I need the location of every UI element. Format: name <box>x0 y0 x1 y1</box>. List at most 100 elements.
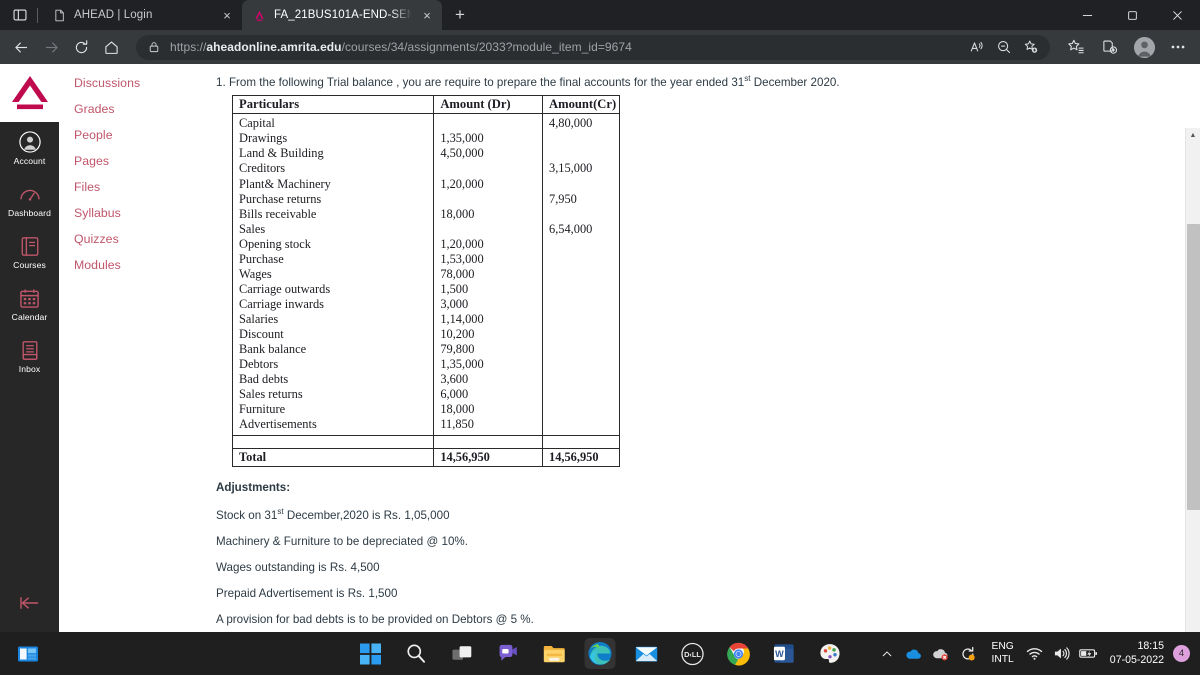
settings-more-icon[interactable] <box>1162 33 1194 61</box>
volume-icon[interactable] <box>1048 632 1075 675</box>
course-nav-item-quizzes[interactable]: Quizzes <box>59 226 205 252</box>
adjustment-item: Wages outstanding is Rs. 4,500 <box>216 561 1185 574</box>
table-row: Bad debts 3,600 <box>231 372 620 388</box>
maximize-icon[interactable] <box>1110 0 1155 30</box>
cell-amount-cr: 4,80,000 <box>542 113 620 132</box>
total-dr: 14,56,950 <box>433 448 543 468</box>
course-nav-item-syllabus[interactable]: Syllabus <box>59 200 205 226</box>
scroll-up-arrow-icon[interactable]: ▲ <box>1186 128 1200 143</box>
sidebar-item-calendar[interactable]: Calendar <box>0 278 59 330</box>
course-nav-item-pages[interactable]: Pages <box>59 148 205 174</box>
favorites-icon[interactable] <box>1060 33 1092 61</box>
battery-icon[interactable] <box>1075 632 1102 675</box>
close-icon[interactable] <box>1155 0 1200 30</box>
amrita-ahead-logo[interactable] <box>0 64 59 122</box>
cell-amount-cr <box>542 296 620 312</box>
question-number: 1. <box>216 75 226 89</box>
file-explorer-icon[interactable] <box>539 638 570 669</box>
tab-title: AHEAD | Login <box>74 9 153 21</box>
refresh-icon[interactable] <box>66 33 96 61</box>
language-indicator[interactable]: ENG INTL <box>991 641 1013 666</box>
sidebar-item-courses[interactable]: Courses <box>0 226 59 278</box>
paint-icon[interactable] <box>815 638 846 669</box>
browser-tab-0[interactable]: AHEAD | Login × <box>42 0 242 30</box>
dell-icon[interactable]: D‹LL <box>677 638 708 669</box>
start-button[interactable] <box>355 638 386 669</box>
search-button[interactable] <box>401 638 432 669</box>
cell-amount-dr: 4,50,000 <box>433 146 543 162</box>
cell-amount-cr <box>542 326 620 343</box>
minimize-icon[interactable] <box>1065 0 1110 30</box>
cell-amount-dr: 1,35,000 <box>433 131 543 147</box>
amrita-favicon <box>252 8 267 23</box>
cell-amount-cr <box>542 357 620 373</box>
task-view-button[interactable] <box>447 638 478 669</box>
browser-tab-1[interactable]: FA_21BUS101A-END-SEM ASSIGNMENT × <box>242 0 442 30</box>
table-row: Advertisements 11,850 <box>231 417 620 436</box>
table-row: Drawings 1,35,000 <box>231 131 620 147</box>
course-nav-item-modules[interactable]: Modules <box>59 252 205 278</box>
adjustment-text: Stock on 31 <box>216 509 278 523</box>
update-pending-icon[interactable] <box>954 632 981 675</box>
word-icon[interactable]: W <box>769 638 800 669</box>
back-arrow-icon[interactable] <box>6 33 36 61</box>
page-viewport: Account Dashboard Courses Calendar Inbox… <box>0 64 1200 632</box>
wifi-icon[interactable] <box>1021 632 1048 675</box>
show-hidden-icons-chevron[interactable] <box>873 632 900 675</box>
table-row: Capital 4,80,000 <box>231 113 620 132</box>
cell-particulars: Plant& Machinery <box>231 176 435 192</box>
cell-amount-dr: 6,000 <box>433 387 543 403</box>
course-nav-item-people[interactable]: People <box>59 122 205 148</box>
cell-amount-dr: 1,14,000 <box>433 311 543 327</box>
read-aloud-icon[interactable] <box>964 35 990 59</box>
svg-text:W: W <box>775 649 784 659</box>
page-scrollbar[interactable]: ▲ ▼ <box>1185 128 1200 632</box>
edge-icon[interactable] <box>584 638 616 669</box>
cell-amount-cr: 7,950 <box>542 191 620 207</box>
question-text: 1. From the following Trial balance , yo… <box>205 74 1185 89</box>
chrome-icon[interactable] <box>723 638 754 669</box>
course-nav-item-grades[interactable]: Grades <box>59 96 205 122</box>
onedrive-icon[interactable] <box>900 632 927 675</box>
sidebar-item-dashboard[interactable]: Dashboard <box>0 174 59 226</box>
cell-amount-cr <box>542 311 620 327</box>
scrollbar-thumb[interactable] <box>1187 224 1200 510</box>
cell-amount-cr: 3,15,000 <box>542 161 620 177</box>
home-icon[interactable] <box>96 33 126 61</box>
clock-time: 18:15 <box>1137 640 1164 652</box>
cloud-sync-error-icon[interactable] <box>927 632 954 675</box>
close-icon[interactable]: × <box>219 7 235 23</box>
cell-amount-dr: 18,000 <box>433 402 543 418</box>
account-icon <box>18 130 41 154</box>
address-bar[interactable]: https://aheadonline.amrita.edu/courses/3… <box>136 34 1050 60</box>
close-icon[interactable]: × <box>419 7 435 23</box>
collections-icon[interactable] <box>1094 33 1126 61</box>
window-controls <box>1065 0 1200 30</box>
toolbar-right-actions <box>1060 33 1194 61</box>
course-nav-item-files[interactable]: Files <box>59 174 205 200</box>
taskbar-clock[interactable]: 18:15 07-05-2022 <box>1110 640 1164 667</box>
cell-particulars: Wages <box>231 266 435 282</box>
cell-particulars: Bills receivable <box>231 206 435 222</box>
sidebar-item-inbox[interactable]: Inbox <box>0 330 59 382</box>
collapse-nav-icon[interactable] <box>0 590 59 616</box>
cell-particulars: Opening stock <box>231 236 435 252</box>
sidebar-item-account[interactable]: Account <box>0 122 59 174</box>
new-tab-button[interactable]: + <box>446 2 474 28</box>
add-favorite-icon[interactable] <box>1018 35 1044 59</box>
cell-particulars: Purchase <box>231 251 435 267</box>
cell-amount-dr: 18,000 <box>433 206 543 222</box>
trial-balance-table: Particulars Amount (Dr) Amount(Cr) Capit… <box>231 94 620 468</box>
cell-amount-dr: 79,800 <box>433 342 543 358</box>
taskbar-app-group: D‹LL W <box>355 632 846 675</box>
notification-count-badge[interactable]: 4 <box>1173 645 1190 662</box>
mail-icon[interactable] <box>631 638 662 669</box>
widgets-icon[interactable] <box>17 643 39 670</box>
zoom-out-icon[interactable] <box>991 35 1017 59</box>
chat-teams-icon[interactable] <box>493 638 524 669</box>
profile-avatar-icon[interactable] <box>1128 33 1160 61</box>
course-nav-item-discussions[interactable]: Discussions <box>59 70 205 96</box>
assignment-content: 1. From the following Trial balance , yo… <box>205 64 1185 632</box>
cell-amount-dr: 1,53,000 <box>433 251 543 267</box>
tab-search-icon[interactable] <box>7 2 33 28</box>
